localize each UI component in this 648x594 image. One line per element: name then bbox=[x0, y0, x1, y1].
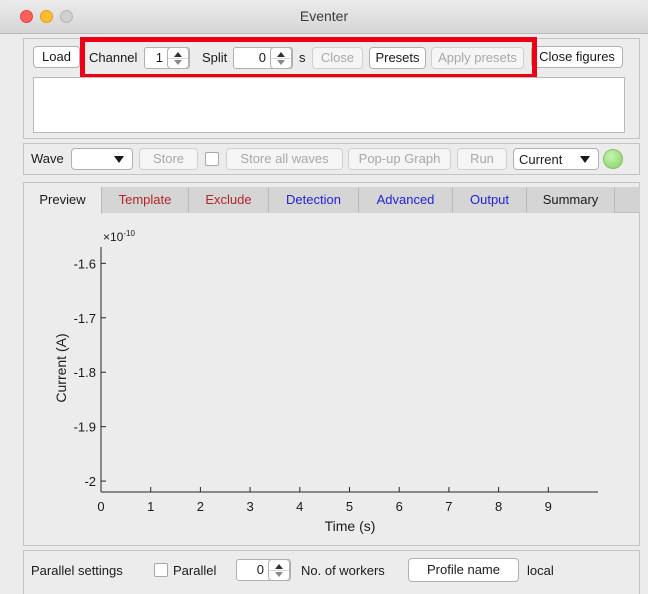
x-tick-label: 5 bbox=[346, 499, 353, 514]
x-tick-label: 6 bbox=[396, 499, 403, 514]
x-tick-label: 7 bbox=[445, 499, 452, 514]
x-tick-label: 0 bbox=[97, 499, 104, 514]
x-tick-label: 3 bbox=[246, 499, 253, 514]
parallel-settings-label: Parallel settings bbox=[31, 563, 123, 578]
eventer-window: Eventer Load Channel 1 Split 0 s Close P… bbox=[0, 0, 648, 594]
x-tick-label: 4 bbox=[296, 499, 303, 514]
x-tick-label: 2 bbox=[197, 499, 204, 514]
parallel-checkbox[interactable] bbox=[154, 563, 168, 577]
x-tick-label: 9 bbox=[545, 499, 552, 514]
y-axis-label: Current (A) bbox=[53, 333, 69, 402]
y-tick-label: -1.6 bbox=[74, 256, 96, 271]
parallel-label: Parallel bbox=[173, 563, 217, 578]
profile-value: local bbox=[527, 563, 554, 578]
y-tick-label: -1.8 bbox=[74, 365, 96, 380]
y-tick-label: -2 bbox=[84, 474, 96, 489]
workers-stepper-icon[interactable] bbox=[268, 559, 290, 581]
profile-name-button[interactable]: Profile name bbox=[408, 558, 519, 582]
x-tick-label: 8 bbox=[495, 499, 502, 514]
x-axis-label: Time (s) bbox=[325, 518, 376, 534]
y-tick-label: -1.9 bbox=[74, 420, 96, 435]
y-exponent-label: ×10-10 bbox=[103, 229, 135, 244]
y-tick-label: -1.7 bbox=[74, 311, 96, 326]
workers-value: 0 bbox=[256, 562, 264, 577]
preview-plot: 0 1 2 3 4 5 6 7 8 9 -1.6 -1.7 -1.8 -1.9 -2 ×10-10 Time… bbox=[53, 229, 598, 534]
workers-label: No. of workers bbox=[301, 563, 385, 578]
workers-spinner[interactable]: 0 bbox=[236, 559, 291, 581]
x-tick-label: 1 bbox=[147, 499, 154, 514]
